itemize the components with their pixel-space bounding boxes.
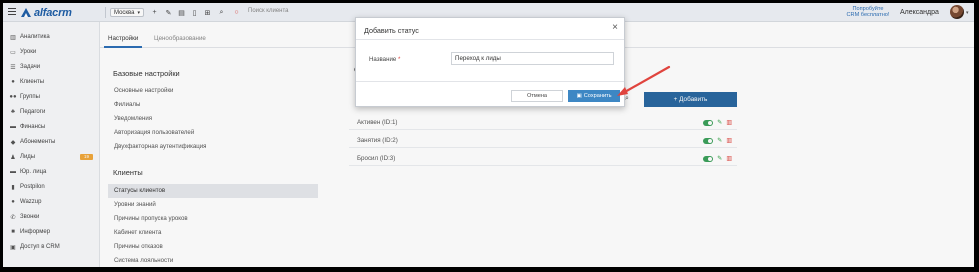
name-label-text: Название <box>369 56 397 63</box>
dialog-footer: Отмена ▣ Сохранить <box>356 81 624 108</box>
app-window: alfacrm Москва ▾ + ✎ ▤ ▯ ⊞ ⌕ ○ Поиск кли… <box>3 3 974 267</box>
cancel-button[interactable]: Отмена <box>511 90 563 102</box>
dialog-title: Добавить статус <box>364 26 419 35</box>
required-mark: * <box>397 56 401 63</box>
save-icon: ▣ <box>576 93 582 99</box>
add-status-dialog: Добавить статус × Название * Отмена ▣ Со… <box>355 17 625 107</box>
close-icon[interactable]: × <box>612 23 618 33</box>
arrow-annotation-icon <box>617 65 671 96</box>
status-name-input[interactable] <box>451 52 614 65</box>
dialog-header: Добавить статус × <box>356 18 624 40</box>
name-field-label: Название * <box>369 56 400 63</box>
